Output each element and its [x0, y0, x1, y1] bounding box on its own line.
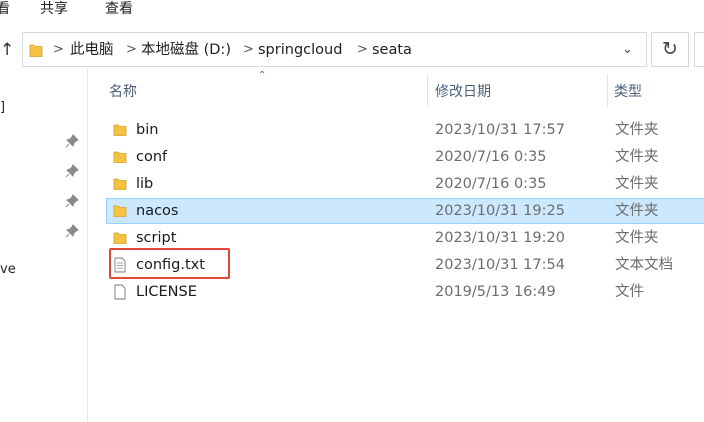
blank-file-icon	[114, 284, 126, 300]
ribbon-tabs: 看 共享 查看	[0, 0, 704, 22]
file-date: 2023/10/31 19:25	[435, 203, 565, 219]
file-name: conf	[136, 149, 168, 165]
folder-icon	[113, 178, 127, 190]
folder-icon	[113, 151, 127, 163]
sort-ascending-icon: ⌃	[258, 70, 267, 81]
file-type: 文件夹	[615, 230, 659, 246]
file-row-lib[interactable]: lib 2020/7/16 0:35 文件夹	[106, 171, 704, 197]
file-date: 2023/10/31 17:54	[435, 257, 565, 273]
file-row-conf[interactable]: conf 2020/7/16 0:35 文件夹	[106, 144, 704, 170]
file-row-license[interactable]: LICENSE 2019/5/13 16:49 文件	[106, 279, 704, 305]
breadcrumb-springcloud[interactable]: springcloud	[258, 41, 342, 59]
file-type: 文件	[615, 284, 644, 300]
folder-icon	[29, 44, 43, 57]
column-header-type[interactable]: 类型	[614, 83, 642, 101]
file-name: nacos	[136, 203, 179, 219]
highlight-annotation-box	[109, 248, 230, 279]
tab-view-partial[interactable]: 看	[0, 0, 10, 18]
chevron-down-icon[interactable]: ⌄	[622, 41, 633, 59]
breadcrumb-seata[interactable]: seata	[372, 41, 412, 59]
file-date: 2020/7/16 0:35	[435, 149, 547, 165]
up-arrow-icon[interactable]: ↑	[0, 39, 14, 61]
folder-icon	[113, 124, 127, 136]
pin-icon[interactable]	[65, 194, 79, 208]
breadcrumb-local-disk-d[interactable]: 本地磁盘 (D:)	[141, 41, 231, 59]
nav-fragment[interactable]: ]	[0, 100, 5, 115]
column-divider[interactable]	[607, 74, 608, 107]
file-date: 2023/10/31 19:20	[435, 230, 565, 246]
file-type: 文本文档	[615, 257, 673, 273]
file-name: lib	[136, 176, 154, 192]
file-type: 文件夹	[615, 122, 659, 138]
file-type: 文件夹	[615, 149, 659, 165]
file-type: 文件夹	[615, 203, 659, 219]
folder-icon	[113, 232, 127, 244]
address-bar[interactable]: > 此电脑 > 本地磁盘 (D:) > springcloud > seata …	[22, 32, 647, 67]
folder-icon	[113, 205, 127, 217]
file-name: bin	[136, 122, 159, 138]
column-header-name[interactable]: 名称	[109, 83, 137, 101]
navigation-pane: ] ve	[0, 68, 88, 422]
refresh-icon[interactable]: ↻	[651, 32, 689, 67]
file-row-nacos[interactable]: nacos 2023/10/31 19:25 文件夹	[106, 198, 704, 224]
search-box[interactable]	[694, 32, 704, 67]
tab-view[interactable]: 查看	[105, 0, 133, 18]
file-type: 文件夹	[615, 176, 659, 192]
pin-icon[interactable]	[65, 134, 79, 148]
pin-icon[interactable]	[65, 164, 79, 178]
file-name: script	[136, 230, 177, 246]
breadcrumb-this-pc[interactable]: 此电脑	[70, 41, 114, 59]
file-date: 2023/10/31 17:57	[435, 122, 565, 138]
breadcrumb-separator: >	[243, 42, 254, 57]
nav-fragment[interactable]: ve	[0, 262, 16, 277]
pin-icon[interactable]	[65, 224, 79, 238]
breadcrumb-separator: >	[53, 42, 64, 57]
file-name: LICENSE	[136, 284, 197, 300]
file-row-bin[interactable]: bin 2023/10/31 17:57 文件夹	[106, 117, 704, 143]
file-date: 2020/7/16 0:35	[435, 176, 547, 192]
column-divider[interactable]	[427, 74, 428, 107]
breadcrumb-separator: >	[126, 42, 137, 57]
file-date: 2019/5/13 16:49	[435, 284, 556, 300]
breadcrumb-separator: >	[357, 42, 368, 57]
column-header-date[interactable]: 修改日期	[435, 83, 491, 101]
tab-share[interactable]: 共享	[40, 0, 68, 18]
